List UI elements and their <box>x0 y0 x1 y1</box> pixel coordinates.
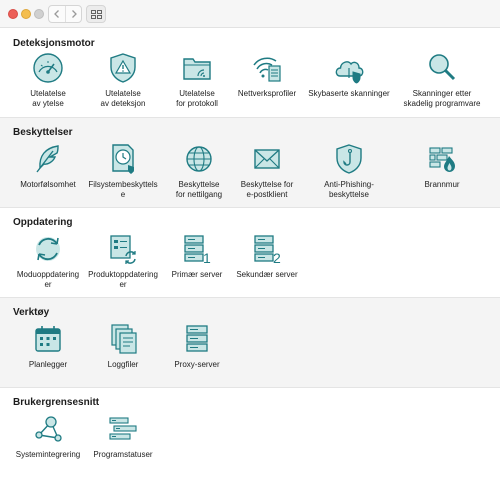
magnifier-icon <box>429 54 456 81</box>
item-label: Sekundær server <box>236 270 298 279</box>
chevron-left-icon <box>54 10 59 18</box>
forward-button[interactable] <box>65 6 81 22</box>
server-number-badge: 1 <box>203 250 211 266</box>
globe-icon <box>186 146 212 172</box>
item-cloud-scans[interactable]: Skybaserte skanninger <box>301 51 397 99</box>
folder-wifi-icon <box>183 58 211 80</box>
product-update-icon <box>110 235 136 264</box>
navigation-buttons <box>48 5 82 23</box>
item-secondary-server[interactable]: 2 Sekundær server <box>219 232 315 280</box>
calendar-icon <box>35 326 61 352</box>
section-tools: Verktøy Planlegger Loggfiler Proxy-serve… <box>0 297 500 387</box>
item-label: Brannmur <box>424 180 460 189</box>
item-label: Proxy-server <box>174 360 220 369</box>
refresh-icon <box>36 237 60 261</box>
item-label: Programstatuser <box>93 450 153 459</box>
section-user-interface: Brukergrensesnitt Systemintegrering Prog… <box>0 387 500 479</box>
item-label: Skanninger etter skadelig programvare <box>403 89 481 108</box>
item-label: Anti-Phishing- beskyttelse <box>324 180 374 199</box>
fishhook-icon <box>336 144 362 174</box>
log-files-icon <box>111 324 137 354</box>
feather-icon <box>36 145 59 173</box>
proxy-server-icon <box>186 325 208 352</box>
envelope-icon <box>254 149 280 169</box>
section-title: Verktøy <box>13 307 50 318</box>
shield-warning-icon <box>110 53 136 83</box>
file-clock-icon <box>112 144 134 174</box>
server-secondary-icon: 2 <box>254 235 281 266</box>
item-malware-scans[interactable]: Skanninger etter skadelig programvare <box>394 51 490 109</box>
item-label: Skybaserte skanninger <box>308 89 390 98</box>
section-title: Deteksjonsmotor <box>13 38 95 49</box>
status-list-icon <box>109 417 137 440</box>
section-title: Beskyttelser <box>13 127 73 138</box>
section-title: Brukergrensesnitt <box>13 397 100 408</box>
close-window-button[interactable] <box>8 9 18 19</box>
window-titlebar <box>0 0 500 28</box>
item-anti-phishing-protection[interactable]: Anti-Phishing- beskyttelse <box>301 142 397 200</box>
item-firewall[interactable]: Brannmur <box>394 142 490 190</box>
server-primary-icon: 1 <box>184 235 211 266</box>
network-profile-icon <box>253 57 281 82</box>
item-proxy-server[interactable]: Proxy-server <box>149 322 245 370</box>
chevron-right-icon <box>71 10 77 18</box>
gauge-icon <box>33 53 63 83</box>
integration-icon <box>35 416 62 442</box>
firewall-icon <box>429 147 455 172</box>
section-detection-engine: Deteksjonsmotor Utelatelse av ytelse Ute… <box>0 29 500 117</box>
grid-icon <box>90 9 102 19</box>
section-title: Oppdatering <box>13 217 73 228</box>
server-number-badge: 2 <box>273 250 281 266</box>
cloud-shield-icon <box>335 61 364 84</box>
section-protections: Beskyttelser Motorfølsomhet Filsystembes… <box>0 117 500 207</box>
minimize-window-button[interactable] <box>21 9 31 19</box>
show-all-button[interactable] <box>86 5 106 23</box>
back-button[interactable] <box>49 6 65 22</box>
section-updates: Oppdatering Moduoppdatering er Produktop… <box>0 207 500 297</box>
item-application-statuses[interactable]: Programstatuser <box>75 412 171 460</box>
zoom-window-button[interactable] <box>34 9 44 19</box>
